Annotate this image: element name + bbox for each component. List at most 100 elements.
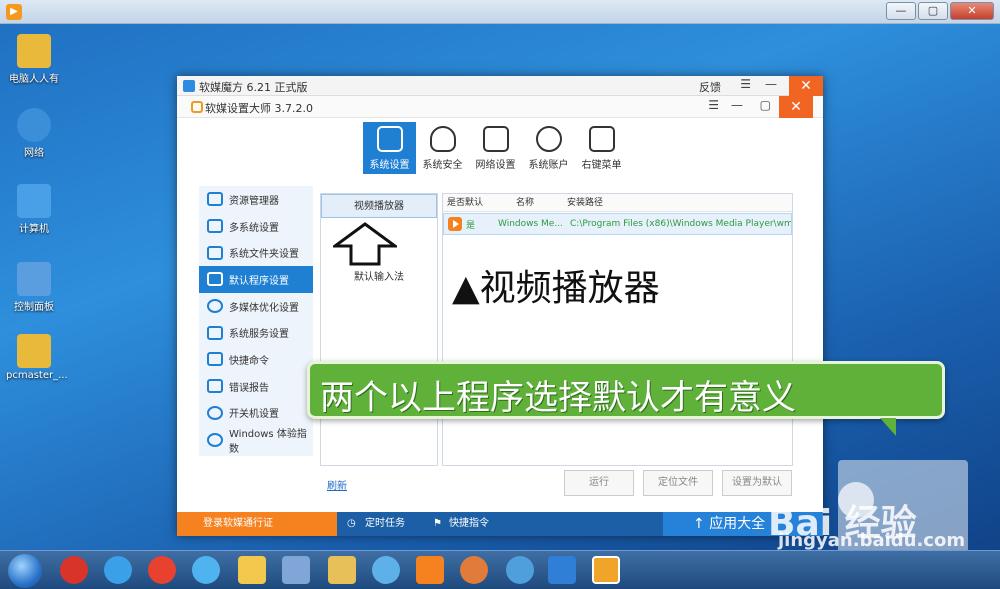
desktop-icon-computer[interactable]: 计算机: [6, 184, 62, 235]
minimize-button[interactable]: —: [886, 2, 916, 20]
app-icon[interactable]: [282, 556, 310, 584]
tab-system-accounts[interactable]: 系统账户: [522, 122, 575, 174]
category-list: 视频播放器 默认输入法: [320, 193, 438, 466]
tab-network-settings[interactable]: 网络设置: [469, 122, 522, 174]
monitor-gear-icon: [376, 126, 403, 152]
menu-icon[interactable]: ☰: [740, 77, 751, 91]
app-logo-icon: [183, 80, 195, 92]
tab-system-settings[interactable]: 系统设置: [363, 122, 416, 174]
control-panel-icon: [17, 262, 51, 296]
browser-icon[interactable]: [192, 556, 220, 584]
sub-titlebar: 软媒设置大师 3.7.2.0 ☰ — ▢ ✕: [177, 96, 823, 118]
sub-title: 软媒设置大师 3.7.2.0: [205, 102, 313, 115]
arrow-up-icon: [333, 222, 397, 266]
host-titlebar: ▶ — ▢ ✕: [0, 0, 1000, 24]
category-item-input-method[interactable]: 默认输入法: [321, 266, 437, 290]
desktop-icon-control-panel[interactable]: 控制面板: [6, 262, 62, 313]
settings-master-icon: [191, 101, 203, 113]
app-titlebar: 软媒魔方 6.21 正式版 反馈 ☰ — ✕: [177, 76, 823, 96]
taskbar: [0, 550, 1000, 589]
network-icon: [17, 108, 51, 142]
refresh-link[interactable]: 刷新: [327, 477, 347, 492]
explorer-icon[interactable]: [328, 556, 356, 584]
gear-icon: [207, 325, 223, 340]
quick-command-button[interactable]: 快捷指令: [449, 512, 489, 536]
security-app-icon[interactable]: [60, 556, 88, 584]
desktop-icon-pcmaster[interactable]: pcmaster_...: [6, 334, 68, 381]
media-icon: [207, 299, 223, 314]
app-bottom-bar: 登录软媒通行证 ◷ 定时任务 ⚑ 快捷指令 ↑ 应用大全: [177, 512, 823, 536]
app-icon[interactable]: [238, 556, 266, 584]
caption-banner: 两个以上程序选择默认才有意义: [307, 361, 945, 419]
app-title: 软媒魔方 6.21 正式版: [199, 81, 308, 94]
computer-icon: [17, 184, 51, 218]
desktop-icon-network[interactable]: 网络: [6, 108, 62, 159]
sidebar-item-default-programs[interactable]: 默认程序设置: [199, 266, 313, 293]
login-button[interactable]: 登录软媒通行证: [177, 512, 337, 536]
start-button[interactable]: [8, 554, 42, 588]
set-default-button[interactable]: 设置为默认: [722, 470, 792, 496]
close-button[interactable]: ✕: [950, 2, 994, 20]
run-button[interactable]: 运行: [564, 470, 634, 496]
sidebar-item-shortcuts[interactable]: 快捷命令: [199, 346, 313, 373]
sidebar-item-experience-index[interactable]: Windows 体验指数: [199, 426, 313, 455]
category-item-video-player[interactable]: 视频播放器: [321, 194, 437, 218]
app-icon[interactable]: [506, 556, 534, 584]
folder-icon: [17, 334, 51, 368]
locate-file-button[interactable]: 定位文件: [643, 470, 713, 496]
overlay-caption: ▲视频播放器: [452, 268, 660, 309]
sidebar-item-services[interactable]: 系统服务设置: [199, 319, 313, 346]
multi-system-icon: [207, 219, 223, 234]
command-icon: [207, 352, 223, 367]
app-icon[interactable]: [548, 556, 576, 584]
sidebar-item-power[interactable]: 开关机设置: [199, 400, 313, 427]
network-icon: [482, 126, 509, 152]
shield-icon: [429, 126, 456, 152]
users-icon: [535, 126, 562, 152]
scheduled-task-button[interactable]: 定时任务: [365, 512, 405, 536]
power-icon: [207, 405, 223, 420]
explorer-icon: [207, 192, 223, 207]
chrome-icon[interactable]: [148, 556, 176, 584]
sidebar-item-system-folders[interactable]: 系统文件夹设置: [199, 239, 313, 266]
player-icon[interactable]: [416, 556, 444, 584]
desktop-icon-folder[interactable]: 电脑人人有: [6, 34, 62, 85]
table-row[interactable]: 是 Windows Me... C:\Program Files (x86)\W…: [443, 213, 792, 235]
app-close-button[interactable]: ✕: [789, 76, 823, 96]
tab-context-menu[interactable]: 右键菜单: [575, 122, 628, 174]
app-window: 软媒魔方 6.21 正式版 反馈 ☰ — ✕ 软媒设置大师 3.7.2.0 ☰ …: [177, 76, 823, 536]
sidebar-item-error-report[interactable]: 错误报告: [199, 373, 313, 400]
sidebar-item-multimedia[interactable]: 多媒体优化设置: [199, 293, 313, 320]
gear-icon[interactable]: [592, 556, 620, 584]
menu-icon[interactable]: ☰: [708, 98, 719, 112]
banner-tail: [880, 418, 896, 436]
run-icon: ⚑: [433, 518, 442, 529]
maximize-button[interactable]: ▢: [918, 2, 948, 20]
tab-system-security[interactable]: 系统安全: [416, 122, 469, 174]
star-icon: [207, 432, 223, 447]
paint-icon[interactable]: [460, 556, 488, 584]
ie-icon[interactable]: [104, 556, 132, 584]
app-icon[interactable]: [372, 556, 400, 584]
cursor-icon: [588, 126, 615, 152]
sidebar-item-multi-system[interactable]: 多系统设置: [199, 213, 313, 240]
sidebar-item-explorer[interactable]: 资源管理器: [199, 186, 313, 213]
feedback-link[interactable]: 反馈: [699, 79, 721, 95]
folder-icon: [207, 245, 223, 260]
check-shield-icon: [207, 272, 223, 287]
clock-icon: ◷: [347, 518, 356, 529]
banner-text: 两个以上程序选择默认才有意义: [320, 378, 796, 418]
player-icon: ▶: [6, 4, 22, 20]
maximize-icon[interactable]: ▢: [760, 98, 771, 112]
sub-close-button[interactable]: ✕: [779, 96, 813, 118]
program-table: 是否默认 名称 安装路径 是 Windows Me... C:\Program …: [442, 193, 793, 466]
media-player-icon: [448, 217, 462, 231]
tab-bar: 系统设置 系统安全 网络设置 系统账户 右键菜单: [363, 122, 628, 174]
folder-icon: [17, 34, 51, 68]
minimize-icon[interactable]: —: [731, 98, 743, 112]
minimize-icon[interactable]: —: [765, 77, 777, 91]
watermark-url: jingyan.baidu.com: [778, 530, 966, 551]
sidebar: 资源管理器 多系统设置 系统文件夹设置 默认程序设置 多媒体优化设置 系统服务设…: [199, 186, 313, 456]
table-header: 是否默认 名称 安装路径: [443, 194, 792, 212]
pen-icon: [207, 379, 223, 394]
